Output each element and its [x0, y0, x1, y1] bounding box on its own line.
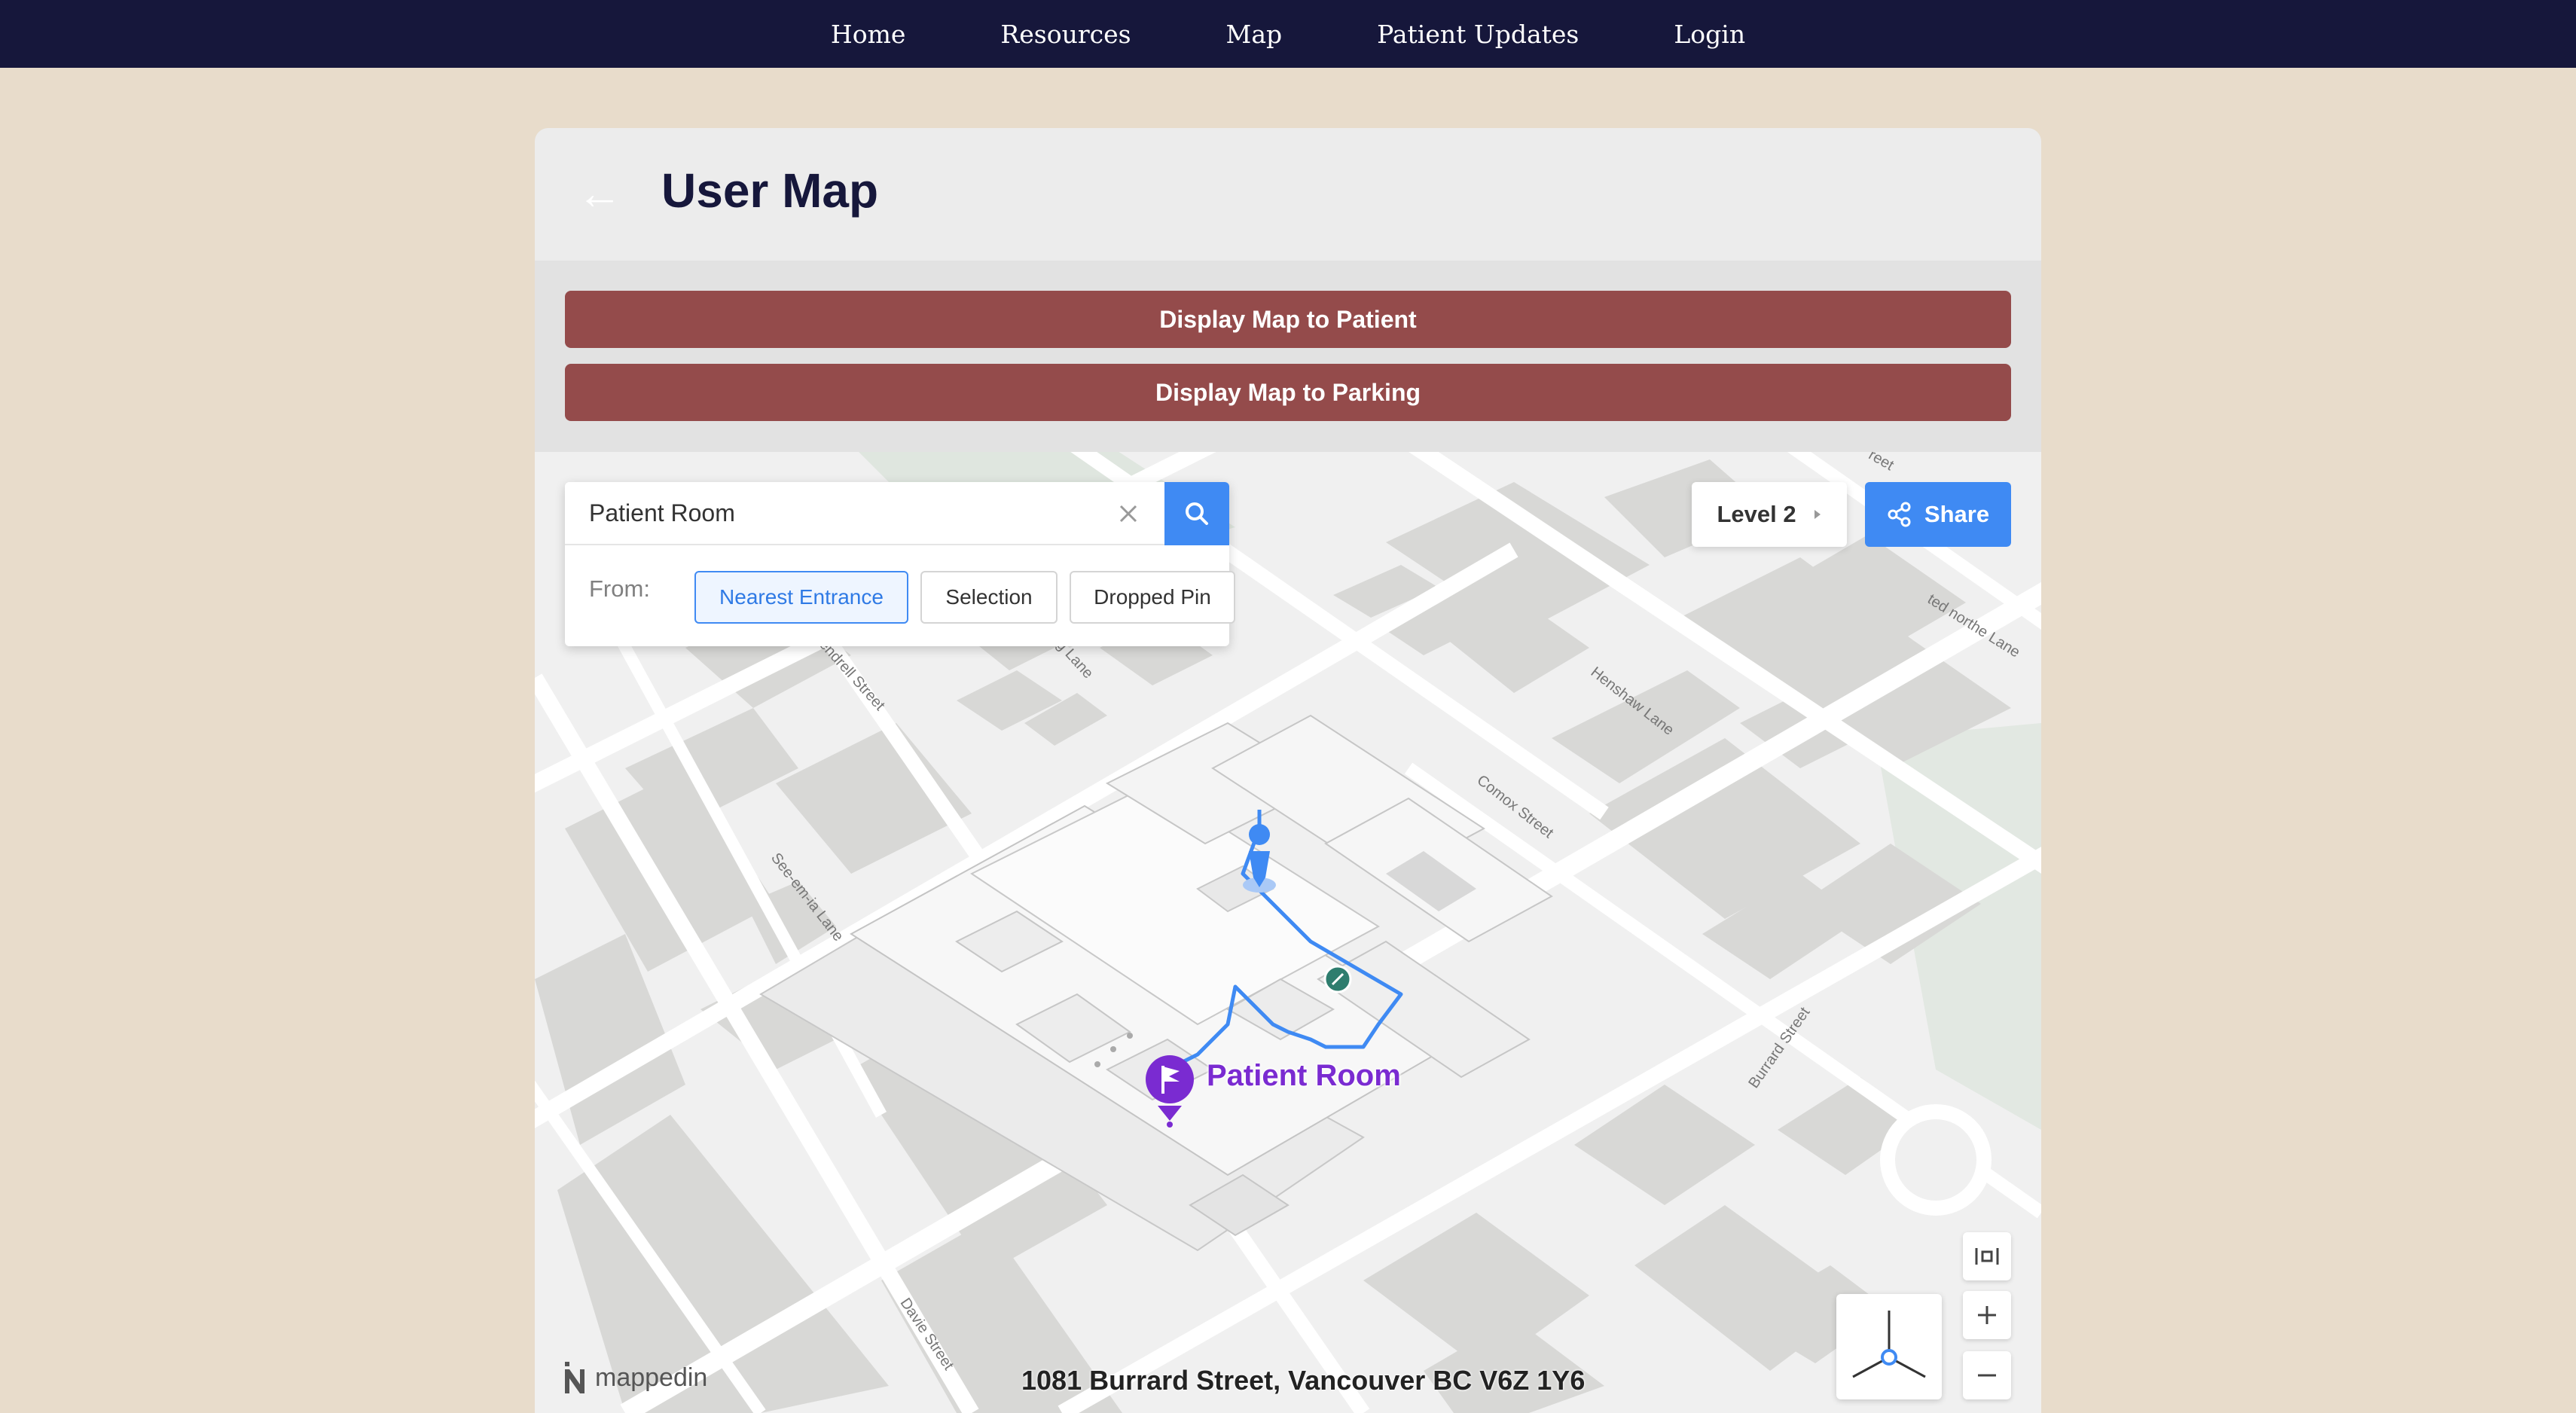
nav-login[interactable]: Login: [1674, 20, 1745, 49]
from-dropped-pin-chip[interactable]: Dropped Pin: [1070, 571, 1235, 624]
address-label: 1081 Burrard Street, Vancouver BC V6Z 1Y…: [1021, 1365, 1586, 1396]
plus-icon: [1978, 1306, 1996, 1324]
level-label: Level 2: [1717, 501, 1796, 527]
caret-right-icon: [1814, 510, 1821, 519]
search-panel: From: Nearest Entrance Selection Dropped…: [565, 482, 1235, 646]
map-canvas[interactable]: Pendrell Street Henshaw Lane Comox Stree…: [535, 452, 2041, 1413]
from-label: From:: [589, 575, 650, 602]
compass-button[interactable]: [1836, 1294, 1942, 1399]
close-icon: [1119, 505, 1137, 523]
fit-view-button[interactable]: [1963, 1232, 2011, 1280]
display-map-to-parking-button[interactable]: Display Map to Parking: [565, 364, 2011, 421]
nav-resources[interactable]: Resources: [1000, 20, 1131, 49]
top-nav: Home Resources Map Patient Updates Login: [0, 0, 2576, 68]
level-selector-button[interactable]: Level 2: [1692, 482, 1847, 547]
card-header: ← User Map: [535, 128, 2041, 261]
from-nearest-entrance-chip[interactable]: Nearest Entrance: [694, 571, 908, 624]
zoom-out-button[interactable]: [1963, 1351, 2011, 1399]
connector-marker-icon: [1323, 965, 1352, 993]
minus-icon: [1978, 1374, 1996, 1377]
back-arrow-icon[interactable]: ←: [577, 171, 622, 216]
search-icon: [1186, 502, 1208, 525]
share-label: Share: [1924, 501, 1990, 527]
clear-search-button[interactable]: [1107, 493, 1149, 535]
user-map-card: ← User Map Display Map to Patient Displa…: [535, 128, 2041, 1413]
poi-label[interactable]: Patient Room: [1207, 1059, 1401, 1093]
from-selection-chip[interactable]: Selection: [920, 571, 1058, 624]
nav-map[interactable]: Map: [1226, 20, 1283, 49]
mappedin-logo-icon: [565, 1362, 584, 1393]
page-title: User Map: [661, 163, 879, 218]
nav-patient-updates[interactable]: Patient Updates: [1377, 20, 1579, 49]
nav-home[interactable]: Home: [831, 20, 905, 49]
search-button[interactable]: [1164, 482, 1229, 545]
zoom-in-button[interactable]: [1963, 1291, 2011, 1339]
search-input[interactable]: [565, 482, 1164, 545]
display-map-to-patient-button[interactable]: Display Map to Patient: [565, 291, 2011, 348]
share-icon: [1888, 502, 1911, 527]
compass-icon: [1852, 1311, 1926, 1378]
fit-view-icon: [1975, 1248, 1999, 1265]
mappedin-logo: mappedin: [563, 1360, 707, 1395]
mappedin-logo-text: mappedin: [595, 1363, 708, 1392]
share-button[interactable]: Share: [1865, 482, 2011, 547]
